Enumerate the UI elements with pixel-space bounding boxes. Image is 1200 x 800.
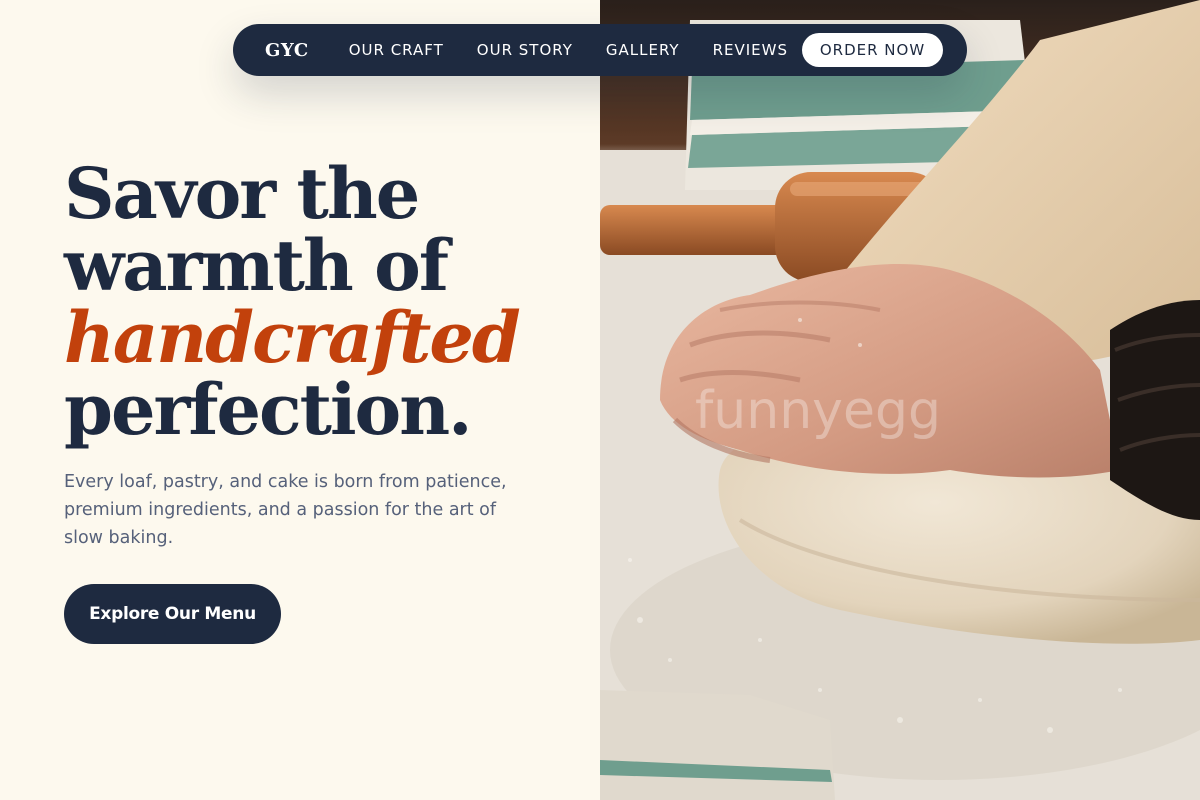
headline-accent: handcrafted	[64, 296, 521, 379]
watermark-text: funnyegg	[695, 381, 941, 441]
leather-bracelet	[1110, 300, 1200, 520]
order-now-button[interactable]: ORDER NOW	[802, 33, 943, 67]
nav-link-gallery[interactable]: GALLERY	[606, 41, 680, 59]
dough-kneading-illustration: funnyegg	[600, 0, 1200, 800]
top-navigation: GYC OUR CRAFT OUR STORY GALLERY REVIEWS …	[233, 24, 967, 76]
hero-subcopy: Every loaf, pastry, and cake is born fro…	[64, 472, 507, 548]
nav-link-our-story[interactable]: OUR STORY	[477, 41, 573, 59]
hero-headline: Savor the warmth of handcrafted perfecti…	[64, 158, 584, 446]
headline-line-4: perfection.	[64, 368, 473, 451]
hero-section: Savor the warmth of handcrafted perfecti…	[0, 0, 600, 800]
nav-link-reviews[interactable]: REVIEWS	[713, 41, 788, 59]
nav-link-our-craft[interactable]: OUR CRAFT	[349, 41, 444, 59]
explore-menu-button[interactable]: Explore Our Menu	[64, 584, 281, 644]
brand-logo[interactable]: GYC	[265, 40, 309, 61]
headline-line-1: Savor the	[64, 152, 420, 235]
hero-image-dough-kneading: funnyegg	[600, 0, 1200, 800]
headline-line-2: warmth of	[64, 224, 449, 307]
